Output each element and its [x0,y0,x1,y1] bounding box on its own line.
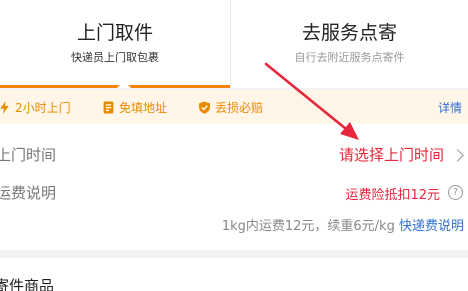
mode-tabs: 上门取件 快递员上门取包裹 去服务点寄 自行去附近服务点寄件 [0,0,468,90]
feature-item: 丢损必赔 [198,99,263,115]
details-link[interactable]: 详情 [438,99,462,116]
help-question-icon[interactable]: ? [448,185,463,200]
tab-door-pickup[interactable]: 上门取件 快递员上门取包裹 [0,0,230,88]
tab-service-point-subtitle: 自行去附近服务点寄件 [294,51,405,64]
feature-label: 免填地址 [119,100,168,115]
pickup-form-card: 2小时上门 免填地址 丢损必赔 详情 上门时间 请选择上门时间 运费说明 运费险… [0,90,468,250]
pickup-time-label: 上门时间 [0,146,57,164]
shipping-fee-row: 运费说明 运费险抵扣12元 ? 1kg内运费12元，续重6元/kg 快递费说明 [0,178,468,238]
tab-service-point-title: 去服务点寄 [301,22,397,44]
shield-check-icon [199,101,210,114]
chevron-right-icon [451,149,464,162]
feature-item: 2小时上门 [0,99,71,115]
feature-label: 丢损必赔 [215,100,264,115]
lightning-icon [0,100,9,114]
fee-rate-text: 1kg内运费12元，续重6元/kg [221,219,395,234]
tab-service-point[interactable]: 去服务点寄 自行去附近服务点寄件 [230,0,468,88]
fee-explanation-link[interactable]: 快递费说明 [399,219,464,234]
goods-section-title: 寄件商品 [0,277,55,291]
feature-label: 2小时上门 [15,100,71,115]
pickup-time-select[interactable]: 请选择上门时间 [339,144,444,165]
document-icon [103,101,114,113]
shipping-fee-note: 1kg内运费12元，续重6元/kg 快递费说明 [222,215,464,234]
active-tab-caret [117,81,131,88]
goods-section: 寄件商品 [0,258,468,291]
tab-door-pickup-subtitle: 快递员上门取包裹 [71,51,159,64]
shipping-fee-label: 运费说明 [0,184,57,202]
pickup-time-row[interactable]: 上门时间 请选择上门时间 [0,140,468,170]
feature-strip: 2小时上门 免填地址 丢损必赔 详情 [0,90,468,124]
tab-door-pickup-title: 上门取件 [76,22,153,44]
shipping-insurance-value: 运费险抵扣12元 [345,188,440,203]
feature-item: 免填地址 [102,99,167,115]
